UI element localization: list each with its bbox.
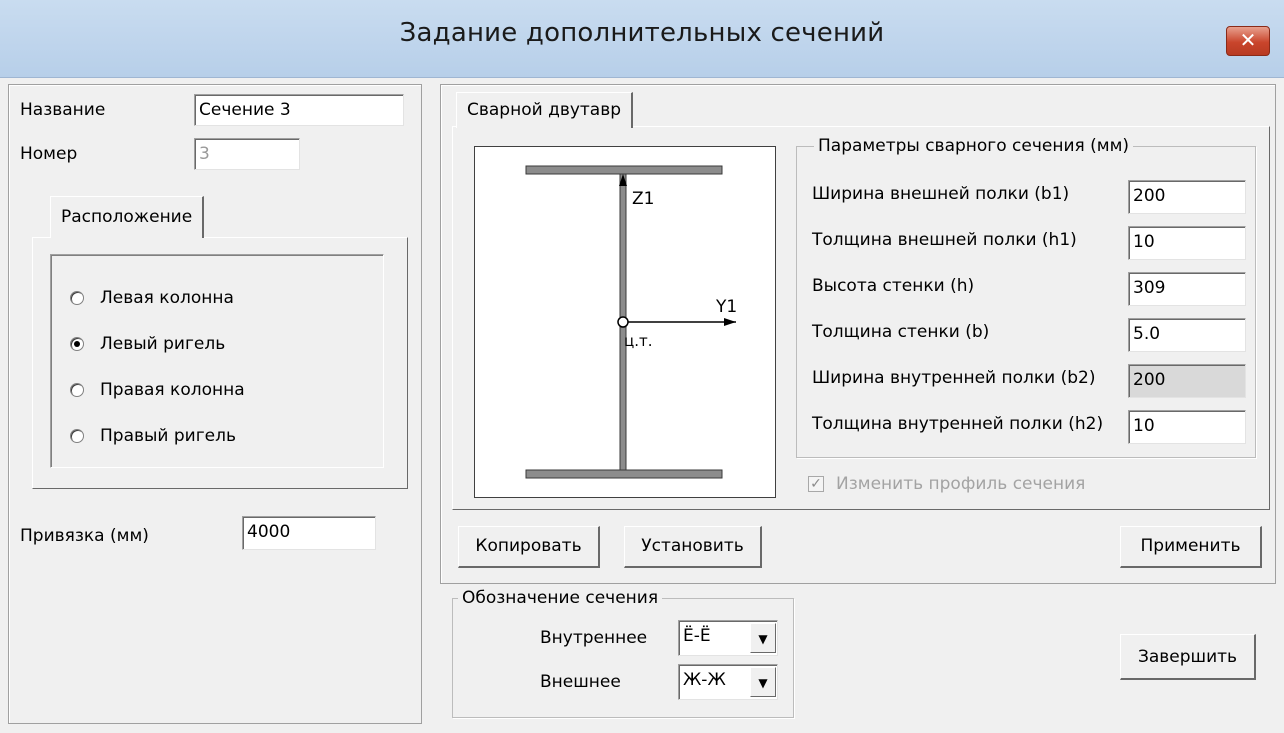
centroid-label: ц.т.	[624, 332, 652, 350]
name-input[interactable]: Сечение 3	[194, 94, 404, 126]
tab-position[interactable]: Расположение	[50, 196, 205, 238]
param-label: Толщина стенки (b)	[812, 322, 990, 342]
param-input[interactable]: 200	[1128, 180, 1246, 214]
copy-button[interactable]: Копировать	[458, 526, 600, 568]
param-input[interactable]: 309	[1128, 272, 1246, 306]
param-input[interactable]: 10	[1128, 226, 1246, 260]
designation-group	[452, 598, 794, 718]
anchor-label: Привязка (мм)	[20, 526, 149, 546]
radio-button[interactable]	[70, 337, 84, 351]
inner-designation-label: Внутреннее	[540, 628, 648, 648]
change-profile-checkbox[interactable]: ✓	[808, 476, 824, 492]
inner-dropdown-arrow[interactable]: ▼	[750, 623, 776, 653]
radio-label: Левый ригель	[100, 334, 226, 354]
close-icon: ✕	[1239, 28, 1257, 52]
name-label: Название	[20, 100, 106, 120]
finish-button[interactable]: Завершить	[1120, 634, 1256, 680]
param-label: Ширина внешней полки (b1)	[812, 184, 1070, 204]
param-label: Высота стенки (h)	[812, 276, 975, 296]
close-button[interactable]: ✕	[1226, 26, 1270, 56]
centroid-marker	[617, 316, 629, 328]
section-drawing: Z1 Y1 ц.т.	[474, 146, 776, 498]
param-input[interactable]: 200	[1128, 364, 1246, 398]
set-button[interactable]: Установить	[624, 526, 762, 568]
tab-welded-ibeam[interactable]: Сварной двутавр	[456, 92, 634, 128]
anchor-input[interactable]: 4000	[242, 516, 376, 550]
z-axis-label: Z1	[632, 189, 654, 209]
change-profile-label: Изменить профиль сечения	[836, 474, 1086, 494]
bottom-flange	[525, 469, 723, 479]
window-title: Задание дополнительных сечений	[399, 18, 885, 48]
radio-button[interactable]	[70, 429, 84, 443]
radio-button[interactable]	[70, 383, 84, 397]
radio-button[interactable]	[70, 291, 84, 305]
outer-designation-value: Ж-Ж	[683, 670, 726, 690]
radio-label: Левая колонна	[100, 288, 234, 308]
inner-designation-value: Ё-Ё	[683, 626, 711, 646]
number-input[interactable]: 3	[194, 138, 300, 170]
param-input[interactable]: 5.0	[1128, 318, 1246, 352]
param-label: Толщина внешней полки (h1)	[812, 230, 1077, 250]
number-label: Номер	[20, 144, 78, 164]
params-group-title: Параметры сварного сечения (мм)	[814, 136, 1134, 156]
radio-label: Правая колонна	[100, 380, 245, 400]
chevron-down-icon: ▼	[758, 632, 768, 646]
param-label: Ширина внутренней полки (b2)	[812, 368, 1096, 388]
apply-button[interactable]: Применить	[1120, 526, 1262, 568]
designation-group-title: Обозначение сечения	[458, 588, 663, 608]
outer-dropdown-arrow[interactable]: ▼	[750, 667, 776, 697]
param-input[interactable]: 10	[1128, 410, 1246, 444]
outer-designation-label: Внешнее	[540, 672, 621, 692]
radio-label: Правый ригель	[100, 426, 236, 446]
chevron-down-icon: ▼	[758, 676, 768, 690]
param-label: Толщина внутренней полки (h2)	[812, 414, 1104, 434]
top-flange	[525, 165, 723, 175]
y-axis-label: Y1	[715, 297, 737, 317]
